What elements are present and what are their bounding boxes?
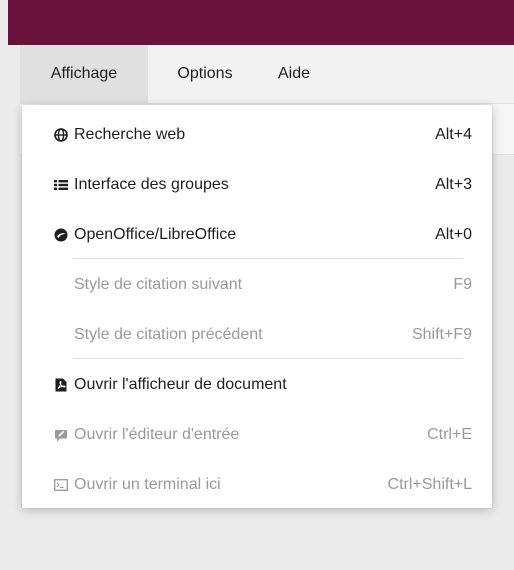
menu-item-shortcut: Alt+3 — [435, 176, 472, 193]
menu-item-label: Ouvrir l'éditeur d'entrée — [74, 426, 240, 443]
menu-item-label: Style de citation précédent — [74, 326, 263, 343]
menu-item-shortcut: Ctrl+E — [427, 426, 472, 443]
menu-item-recherche-web[interactable]: Recherche web Alt+4 — [22, 110, 492, 160]
menu-aide[interactable]: Aide — [264, 45, 324, 103]
menu-item-label: Style de citation suivant — [74, 276, 243, 293]
menu-item-style-citation-suivant[interactable]: Style de citation suivant F9 — [22, 260, 492, 310]
menu-item-shortcut: Alt+4 — [435, 126, 472, 143]
menu-item-label: Ouvrir un terminal ici — [74, 476, 221, 493]
menu-item-label: Interface des groupes — [74, 176, 229, 193]
terminal-icon — [53, 477, 69, 493]
menu-item-label: Ouvrir l'afficheur de document — [74, 376, 287, 393]
menu-item-interface-groupes[interactable]: Interface des groupes Alt+3 — [22, 160, 492, 210]
menu-separator — [73, 358, 463, 359]
menu-item-openoffice[interactable]: OpenOffice/LibreOffice Alt+0 — [22, 210, 492, 260]
menu-item-afficheur-document[interactable]: Ouvrir l'afficheur de document — [22, 360, 492, 410]
window-titlebar — [8, 0, 514, 45]
list-icon — [53, 177, 69, 193]
menu-item-shortcut: Ctrl+Shift+L — [387, 476, 472, 493]
globe-icon — [53, 127, 69, 143]
menu-bar: Affichage Options Aide — [20, 45, 514, 104]
menu-item-editeur-entree[interactable]: Ouvrir l'éditeur d'entrée Ctrl+E — [22, 410, 492, 460]
menu-item-style-citation-precedent[interactable]: Style de citation précédent Shift+F9 — [22, 310, 492, 360]
menu-item-shortcut: Shift+F9 — [411, 326, 472, 343]
pdf-file-icon — [53, 377, 69, 393]
affichage-dropdown-menu: Recherche web Alt+4 Interface des groupe… — [22, 105, 492, 508]
menu-separator — [73, 258, 463, 259]
menu-affichage[interactable]: Affichage — [20, 45, 148, 103]
menu-item-shortcut: Alt+0 — [435, 226, 472, 243]
menu-options[interactable]: Options — [156, 45, 254, 103]
openoffice-icon — [53, 227, 69, 243]
menu-item-label: Recherche web — [74, 126, 186, 143]
menu-item-shortcut: F9 — [453, 276, 472, 293]
edit-entry-icon — [53, 427, 69, 443]
menu-item-label: OpenOffice/LibreOffice — [74, 226, 237, 243]
menu-item-terminal[interactable]: Ouvrir un terminal ici Ctrl+Shift+L — [22, 460, 492, 510]
